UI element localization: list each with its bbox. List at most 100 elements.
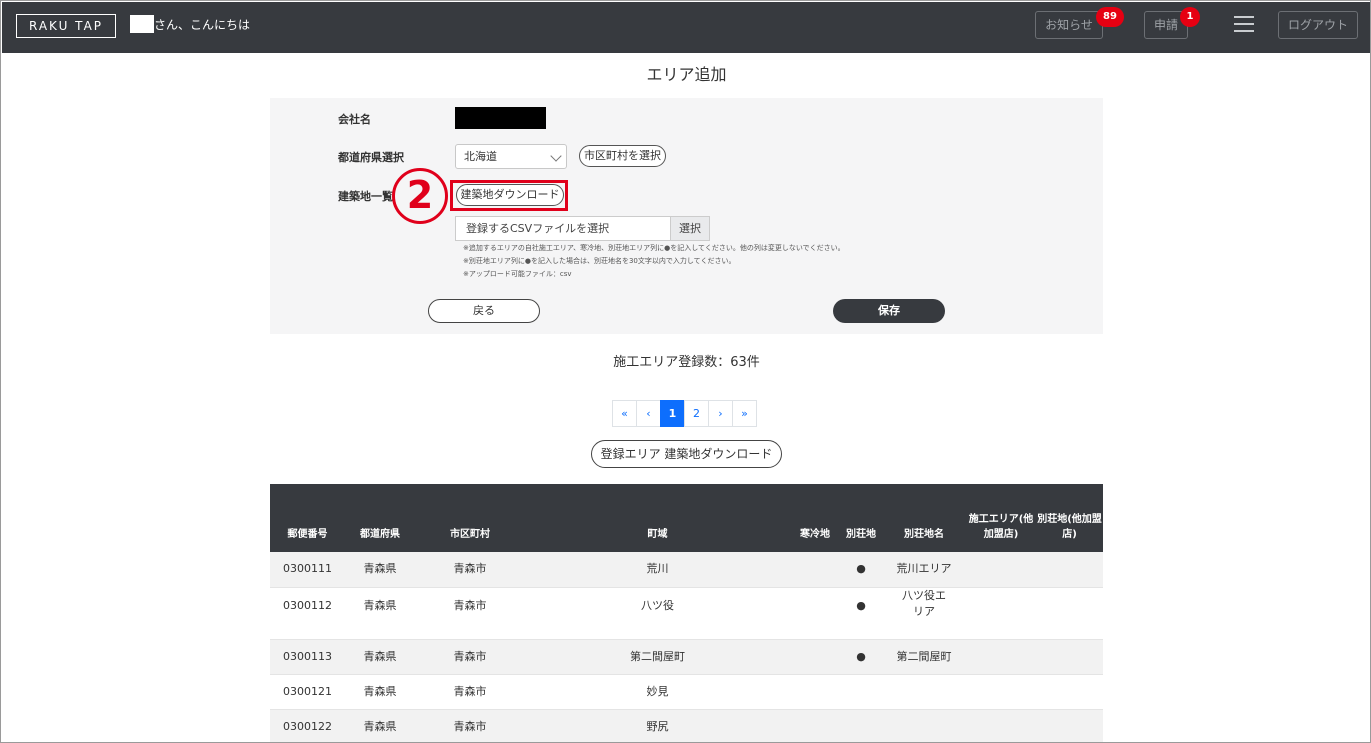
cell-construction-area-other xyxy=(966,552,1036,588)
cell-cold-region xyxy=(790,587,840,640)
prefecture-select[interactable]: 北海道 xyxy=(455,144,567,169)
registration-count: 施工エリア登録数：63件 xyxy=(613,355,760,370)
cell-postal-code: 0300112 xyxy=(270,587,345,640)
username-redacted xyxy=(130,15,154,33)
cell-resort-name xyxy=(882,674,966,710)
file-select-button[interactable]: 選択 xyxy=(670,216,710,241)
logout-button[interactable]: ログアウト xyxy=(1278,11,1358,39)
top-header: RAKU TAP さん、こんにちは お知らせ 89 申請 1 ログアウト xyxy=(2,2,1370,53)
table-row: 0300112 青森県 青森市 八ツ役 ● 八ツ役エリア xyxy=(270,587,1103,640)
col-header-town: 町域 xyxy=(525,484,790,552)
cell-construction-area-other xyxy=(966,587,1036,640)
browser-frame: RAKU TAP さん、こんにちは お知らせ 89 申請 1 ログアウト エリア… xyxy=(0,0,1371,743)
cell-town: 妙見 xyxy=(525,674,790,710)
registered-area-download-button[interactable]: 登録エリア 建築地ダウンロード xyxy=(591,440,782,468)
cell-prefecture: 青森県 xyxy=(345,674,415,710)
col-header-prefecture: 都道府県 xyxy=(345,484,415,552)
cell-resort-name xyxy=(882,709,966,742)
pagination-prev[interactable]: ‹ xyxy=(636,400,661,427)
cell-resort-other xyxy=(1036,709,1103,742)
cell-cold-region xyxy=(790,674,840,710)
cell-prefecture: 青森県 xyxy=(345,709,415,742)
company-name-redacted xyxy=(455,107,546,129)
select-city-button[interactable]: 市区町村を選択 xyxy=(579,145,666,167)
greeting-text: さん、こんにちは xyxy=(154,18,251,32)
chevron-down-icon xyxy=(550,150,562,162)
col-header-resort-name: 別荘地名 xyxy=(882,484,966,552)
table-row: 0300121 青森県 青森市 妙見 xyxy=(270,674,1103,710)
cell-town: 荒川 xyxy=(525,552,790,588)
col-header-construction-area-other: 施工エリア(他加盟店) xyxy=(966,484,1036,552)
cell-resort-name: 荒川エリア xyxy=(882,552,966,588)
cell-resort-name: 八ツ役エリア xyxy=(882,587,966,640)
company-label: 会社名 xyxy=(338,113,371,126)
pagination-last[interactable]: » xyxy=(732,400,757,427)
cell-town: 野尻 xyxy=(525,709,790,742)
cell-construction-area-other xyxy=(966,639,1036,675)
cell-resort-other xyxy=(1036,639,1103,675)
note-3: ※アップロード可能ファイル：csv xyxy=(463,270,572,278)
back-button[interactable]: 戻る xyxy=(428,299,540,323)
hamburger-menu-icon[interactable] xyxy=(1234,16,1254,33)
note-1: ※追加するエリアの自社施工エリア、寒冷地、別荘地エリア列に●を記入してください。… xyxy=(463,244,845,252)
pagination: « ‹ 1 2 › » xyxy=(612,400,757,427)
area-table: 郵便番号 都道府県 市区町村 町域 寒冷地 別荘地 別荘地名 施工エリア(他加盟… xyxy=(270,484,1103,742)
cell-prefecture: 青森県 xyxy=(345,552,415,588)
highlight-box xyxy=(450,180,568,211)
step-2-marker: 2 xyxy=(392,168,448,224)
area-add-form: 会社名 都道府県選択 北海道 市区町村を選択 建築地一覧 2 建築地ダウンロード… xyxy=(270,98,1103,334)
cell-cold-region xyxy=(790,709,840,742)
col-header-postal-code: 郵便番号 xyxy=(270,484,345,552)
table-row: 0300113 青森県 青森市 第二間屋町 ● 第二間屋町 xyxy=(270,639,1103,675)
cell-postal-code: 0300122 xyxy=(270,709,345,742)
col-header-city: 市区町村 xyxy=(415,484,525,552)
cell-postal-code: 0300121 xyxy=(270,674,345,710)
table-header-row: 郵便番号 都道府県 市区町村 町域 寒冷地 別荘地 別荘地名 施工エリア(他加盟… xyxy=(270,484,1103,552)
cell-prefecture: 青森県 xyxy=(345,639,415,675)
cell-resort: ● xyxy=(840,587,882,640)
cell-city: 青森市 xyxy=(415,587,525,640)
cell-cold-region xyxy=(790,639,840,675)
logo-text: RAKU TAP xyxy=(28,19,104,33)
cell-city: 青森市 xyxy=(415,639,525,675)
save-button[interactable]: 保存 xyxy=(833,299,945,323)
prefecture-label: 都道府県選択 xyxy=(338,151,404,164)
cell-resort xyxy=(840,674,882,710)
pagination-next[interactable]: › xyxy=(708,400,733,427)
cell-town: 第二間屋町 xyxy=(525,639,790,675)
cell-resort-name: 第二間屋町 xyxy=(882,639,966,675)
pagination-first[interactable]: « xyxy=(612,400,637,427)
pagination-page-2[interactable]: 2 xyxy=(684,400,709,427)
notice-count-badge: 89 xyxy=(1096,7,1124,27)
raku-tap-logo[interactable]: RAKU TAP xyxy=(16,14,116,38)
building-list-label: 建築地一覧 xyxy=(338,190,393,203)
cell-resort xyxy=(840,709,882,742)
table-row: 0300122 青森県 青森市 野尻 xyxy=(270,709,1103,742)
cell-construction-area-other xyxy=(966,674,1036,710)
prefecture-selected-value: 北海道 xyxy=(464,150,497,163)
cell-resort-other xyxy=(1036,587,1103,640)
cell-town: 八ツ役 xyxy=(525,587,790,640)
cell-city: 青森市 xyxy=(415,552,525,588)
cell-city: 青森市 xyxy=(415,709,525,742)
cell-resort-other xyxy=(1036,674,1103,710)
note-2: ※別荘地エリア列に●を記入した場合は、別荘地名を30文字以内で入力してください。 xyxy=(463,257,736,265)
col-header-resort-other: 別荘地(他加盟店) xyxy=(1036,484,1103,552)
cell-cold-region xyxy=(790,552,840,588)
cell-resort-other xyxy=(1036,552,1103,588)
cell-construction-area-other xyxy=(966,709,1036,742)
cell-postal-code: 0300113 xyxy=(270,639,345,675)
csv-file-input[interactable]: 登録するCSVファイルを選択 xyxy=(455,216,671,241)
apply-count-badge: 1 xyxy=(1180,7,1200,27)
cell-resort: ● xyxy=(840,639,882,675)
col-header-resort: 別荘地 xyxy=(840,484,882,552)
cell-prefecture: 青森県 xyxy=(345,587,415,640)
pagination-page-1[interactable]: 1 xyxy=(660,400,685,427)
notice-button[interactable]: お知らせ xyxy=(1035,11,1103,39)
cell-resort: ● xyxy=(840,552,882,588)
table-row: 0300111 青森県 青森市 荒川 ● 荒川エリア xyxy=(270,552,1103,588)
cell-postal-code: 0300111 xyxy=(270,552,345,588)
cell-city: 青森市 xyxy=(415,674,525,710)
col-header-cold-region: 寒冷地 xyxy=(790,484,840,552)
page-title: エリア追加 xyxy=(646,65,727,84)
